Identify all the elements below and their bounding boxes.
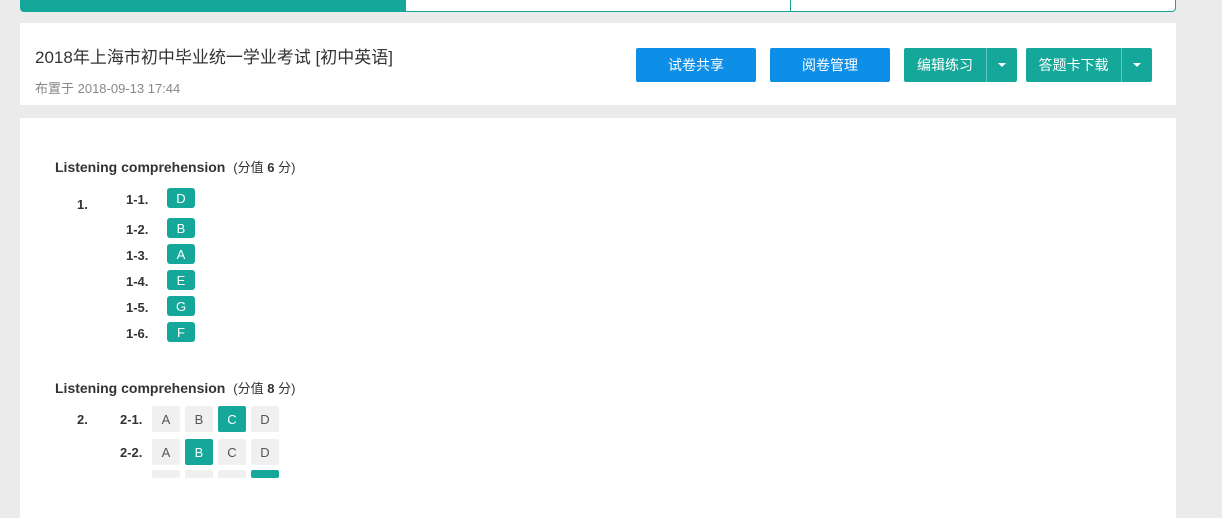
option-c: [218, 470, 246, 478]
caret-down-icon: [1133, 63, 1141, 67]
option-d: D: [251, 439, 279, 465]
grading-management-button[interactable]: 阅卷管理: [770, 48, 890, 82]
answer-badge: E: [167, 270, 195, 290]
page-title: 2018年上海市初中毕业统一学业考试 [初中英语]: [35, 48, 393, 67]
option-b-selected: B: [185, 439, 213, 465]
share-paper-button[interactable]: 试卷共享: [636, 48, 756, 82]
caret-down-icon: [998, 63, 1006, 67]
option-a: A: [152, 406, 180, 432]
sub-question-label: 1-1.: [126, 192, 149, 207]
edit-exercise-button[interactable]: 编辑练习: [904, 48, 986, 82]
option-d: D: [251, 406, 279, 432]
answer-badge: F: [167, 322, 195, 342]
answer-sheet-split-button: 答题卡下载: [1026, 48, 1152, 82]
download-dropdown-toggle[interactable]: [1121, 48, 1152, 82]
assigned-time: 布置于 2018-09-13 17:44: [35, 81, 181, 96]
sub-question-label: 1-5.: [126, 300, 149, 315]
header-card: 2018年上海市初中毕业统一学业考试 [初中英语] 布置于 2018-09-13…: [20, 23, 1176, 105]
option-c-selected: C: [218, 406, 246, 432]
section-name: Listening comprehension: [55, 380, 226, 396]
answer-badge: A: [167, 244, 195, 264]
section-score: (分值 8 分): [233, 381, 296, 396]
question-number: 2.: [77, 412, 88, 427]
tab-3[interactable]: [791, 0, 1176, 12]
top-tab-bar: [20, 0, 1176, 12]
option-b: [185, 470, 213, 478]
option-c: C: [218, 439, 246, 465]
option-b: B: [185, 406, 213, 432]
tab-1[interactable]: [20, 0, 406, 12]
section-score: (分值 6 分): [233, 160, 296, 175]
option-d-selected: [251, 470, 279, 478]
section-name: Listening comprehension: [55, 159, 226, 175]
sub-question-label: 1-2.: [126, 222, 149, 237]
option-a: A: [152, 439, 180, 465]
tab-2[interactable]: [406, 0, 791, 12]
edit-exercise-split-button: 编辑练习: [904, 48, 1017, 82]
question-number: 1.: [77, 197, 88, 212]
answer-sheet-download-button[interactable]: 答题卡下载: [1026, 48, 1121, 82]
answers-card: Listening comprehension (分值 6 分) 1. 1-1.…: [20, 118, 1176, 518]
answer-badge: B: [167, 218, 195, 238]
section-title: Listening comprehension (分值 8 分): [55, 378, 295, 397]
sub-question-label: 1-6.: [126, 326, 149, 341]
answer-badge: G: [167, 296, 195, 316]
sub-question-label: 1-3.: [126, 248, 149, 263]
option-a: [152, 470, 180, 478]
sub-question-label: 2-2.: [120, 445, 143, 460]
edit-dropdown-toggle[interactable]: [986, 48, 1017, 82]
section-title: Listening comprehension (分值 6 分): [55, 157, 295, 176]
answer-badge: D: [167, 188, 195, 208]
sub-question-label: 1-4.: [126, 274, 149, 289]
sub-question-label: 2-1.: [120, 412, 143, 427]
